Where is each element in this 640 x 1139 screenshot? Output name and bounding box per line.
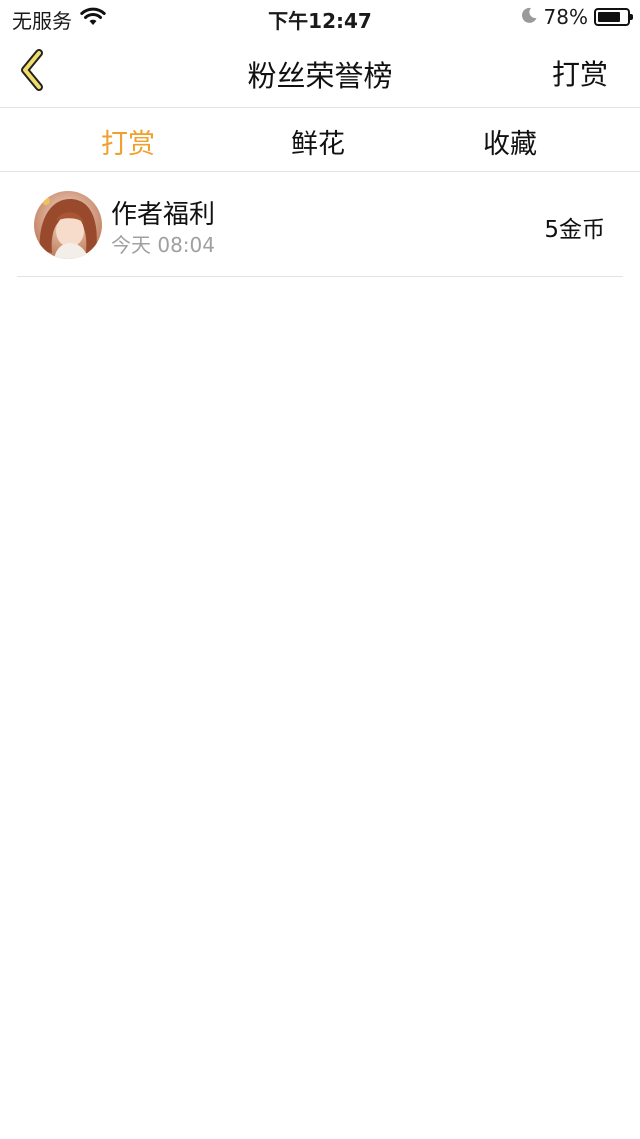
item-time: 今天 08:04: [111, 233, 215, 257]
list-item[interactable]: 作者福利 今天 08:04 5金币: [17, 173, 623, 277]
battery-percent: 78%: [543, 5, 588, 29]
avatar: [34, 191, 102, 259]
battery-icon: [594, 8, 633, 26]
nav-bar: 粉丝荣誉榜 打赏: [0, 36, 640, 108]
status-right: 78%: [520, 5, 633, 29]
page-title: 粉丝荣誉榜: [247, 59, 393, 93]
item-value: 5金币: [544, 217, 605, 243]
tab-reward[interactable]: 打赏: [48, 122, 208, 161]
moon-icon: [520, 5, 538, 29]
tab-favorites[interactable]: 收藏: [430, 122, 590, 161]
item-name: 作者福利: [111, 200, 216, 230]
tab-flowers[interactable]: 鲜花: [238, 122, 398, 161]
battery-cap: [630, 14, 633, 20]
tab-bar: 打赏 鲜花 收藏: [0, 108, 640, 172]
status-bar: 无服务 下午12:47 78%: [0, 0, 640, 36]
reward-button[interactable]: 打赏: [552, 53, 608, 93]
battery-fill: [598, 12, 620, 22]
